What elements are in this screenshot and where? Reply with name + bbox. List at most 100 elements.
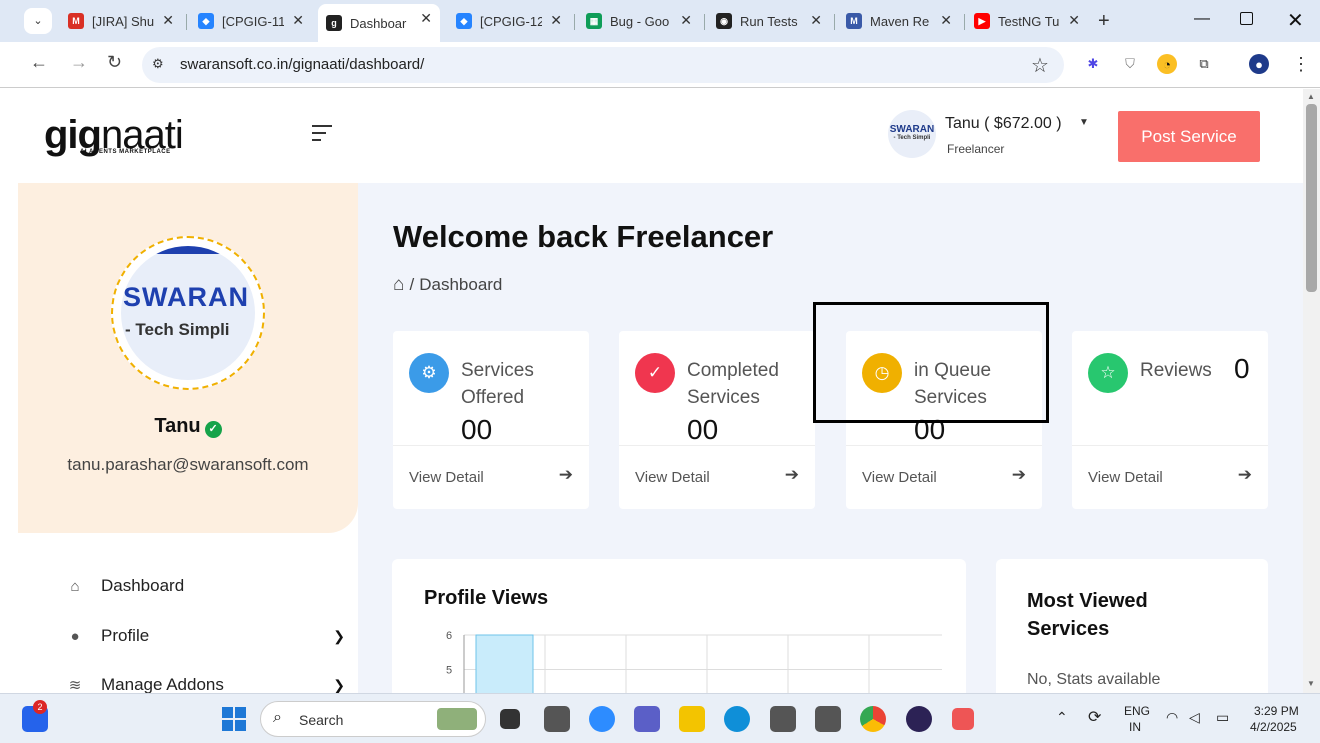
tab-1[interactable]: M [JIRA] Shu ✕ xyxy=(60,6,182,36)
app-icon[interactable] xyxy=(815,706,841,732)
app-icon[interactable] xyxy=(770,706,796,732)
home-icon: ⌂ xyxy=(70,577,80,595)
volume-icon[interactable]: ◁ xyxy=(1189,709,1200,726)
user-dropdown-caret-icon[interactable]: ▼ xyxy=(1079,117,1089,128)
language-indicator[interactable]: ENG xyxy=(1124,704,1150,718)
new-tab-button[interactable]: + xyxy=(1098,10,1110,33)
tab-title: [JIRA] Shu xyxy=(92,13,154,29)
tab-title: TestNG Tu xyxy=(998,13,1060,29)
back-arrow-icon[interactable]: ← xyxy=(30,52,48,73)
bar-0[interactable] xyxy=(475,634,534,693)
forward-arrow-icon[interactable]: → xyxy=(70,52,88,73)
arrow-right-icon[interactable]: ➔ xyxy=(559,465,573,485)
close-icon[interactable]: ✕ xyxy=(292,12,304,29)
view-detail-link[interactable]: View Detail xyxy=(1088,469,1163,486)
close-icon[interactable]: ✕ xyxy=(1068,12,1080,29)
header-user-avatar[interactable]: SWARAN - Tech Simpli xyxy=(888,110,936,158)
extension-shield-icon[interactable]: ⛉ xyxy=(1120,54,1140,74)
scroll-up-arrow-icon[interactable]: ▲ xyxy=(1307,92,1315,101)
home-icon[interactable]: ⌂ xyxy=(393,274,404,296)
extension-snowflake-icon[interactable]: ✱ xyxy=(1083,54,1103,74)
task-view-icon[interactable] xyxy=(500,709,520,729)
close-icon[interactable]: ✕ xyxy=(550,12,562,29)
browser-menu-icon[interactable]: ⋮ xyxy=(1292,54,1310,75)
tab-2[interactable]: ◆ [CPGIG-11 ✕ xyxy=(190,6,312,36)
arrow-right-icon[interactable]: ➔ xyxy=(1238,465,1252,485)
tab-search-dropdown[interactable]: ⌄ xyxy=(24,8,52,34)
sidebar-item-profile[interactable]: ● Profile ❯ xyxy=(65,626,345,646)
eclipse-icon[interactable] xyxy=(906,706,932,732)
close-icon[interactable]: ✕ xyxy=(162,12,174,29)
tab-3[interactable]: g Dashboar ✕ xyxy=(318,4,440,42)
close-window-button[interactable]: ✕ xyxy=(1287,8,1304,33)
hamburger-menu-icon[interactable] xyxy=(312,125,334,146)
stat-value: 00 xyxy=(461,414,493,445)
close-icon[interactable]: ✕ xyxy=(810,12,822,29)
sidebar: SWARAN - Tech Simpli Tanu ✓ tanu.parashar… xyxy=(18,183,358,693)
user-icon: ● xyxy=(70,627,80,645)
stat-label: Services Offered xyxy=(461,360,534,408)
view-detail-link[interactable]: View Detail xyxy=(409,469,484,486)
wifi-icon[interactable]: ◠ xyxy=(1166,709,1178,726)
app-icon[interactable] xyxy=(544,706,570,732)
tab-7[interactable]: M Maven Re ✕ xyxy=(838,6,960,36)
edge-icon[interactable] xyxy=(724,706,750,732)
arrow-right-icon[interactable]: ➔ xyxy=(1012,465,1026,485)
tab-6[interactable]: ◉ Run Tests ✕ xyxy=(708,6,830,36)
tab-4[interactable]: ◆ [CPGIG-12 ✕ xyxy=(448,6,570,36)
profile-avatar-icon[interactable]: ● xyxy=(1249,54,1269,74)
youtube-icon: ▶ xyxy=(974,13,990,29)
clock-time[interactable]: 3:29 PM xyxy=(1254,704,1299,718)
gmail-icon: M xyxy=(68,13,84,29)
arrow-right-icon[interactable]: ➔ xyxy=(785,465,799,485)
view-detail-link[interactable]: View Detail xyxy=(635,469,710,486)
annotation-highlight-box xyxy=(813,302,1049,423)
close-icon[interactable]: ✕ xyxy=(940,12,952,29)
extensions-puzzle-icon[interactable]: ⧉ xyxy=(1194,54,1214,74)
chevron-up-icon[interactable]: ⌃ xyxy=(1056,709,1068,726)
gignaati-icon: g xyxy=(326,15,342,31)
chevron-down-icon[interactable]: ❯ xyxy=(333,677,345,694)
file-explorer-icon[interactable] xyxy=(679,706,705,732)
sidebar-item-manage-addons[interactable]: ≋ Manage Addons ❯ xyxy=(65,675,345,693)
tab-5[interactable]: ▦ Bug - Goo ✕ xyxy=(578,6,700,36)
minimize-button[interactable]: — xyxy=(1194,10,1210,28)
teams-icon[interactable] xyxy=(634,706,660,732)
scroll-down-arrow-icon[interactable]: ▼ xyxy=(1307,679,1315,688)
jira-icon: ◆ xyxy=(198,13,214,29)
zoom-icon[interactable] xyxy=(589,706,615,732)
sheets-icon: ▦ xyxy=(586,13,602,29)
most-viewed-card: Most Viewed Services No, Stats available xyxy=(996,559,1268,693)
profile-email: tanu.parashar@swaransoft.com xyxy=(67,455,309,474)
reload-icon[interactable]: ↻ xyxy=(107,52,122,73)
maximize-button[interactable] xyxy=(1240,12,1253,25)
taskbar-search[interactable]: ⌕ Search xyxy=(260,701,486,737)
chrome-icon[interactable] xyxy=(860,706,886,732)
start-windows-icon[interactable] xyxy=(222,707,246,731)
chevron-down-icon[interactable]: ❯ xyxy=(333,628,345,645)
profile-views-card: Profile Views 56 xyxy=(392,559,966,693)
close-icon[interactable]: ✕ xyxy=(420,10,432,27)
header-user-name[interactable]: Tanu ( $672.00 ) xyxy=(945,115,1062,133)
layers-icon: ≋ xyxy=(68,677,82,693)
extension-gauge-icon[interactable]: ◔ xyxy=(1157,54,1177,74)
maven-icon: M xyxy=(846,13,862,29)
snipping-tool-icon[interactable] xyxy=(952,708,974,730)
post-service-button[interactable]: Post Service xyxy=(1118,111,1260,162)
y-tick-label: 6 xyxy=(446,630,452,642)
url-text[interactable]: swaransoft.co.in/gignaati/dashboard/ xyxy=(180,56,424,73)
site-settings-icon[interactable]: ⚙ xyxy=(152,56,164,72)
github-icon: ◉ xyxy=(716,13,732,29)
clock-date[interactable]: 4/2/2025 xyxy=(1250,720,1297,734)
view-detail-link[interactable]: View Detail xyxy=(862,469,937,486)
bookmark-star-icon[interactable]: ☆ xyxy=(1031,53,1049,78)
stat-card-completed-services: ✓ Completed Services 00 View Detail ➔ xyxy=(619,331,815,509)
sidebar-item-dashboard[interactable]: ⌂ Dashboard xyxy=(65,576,345,596)
stat-label: Completed Services xyxy=(687,360,779,408)
page-scroll-thumb[interactable] xyxy=(1306,104,1317,292)
tab-8[interactable]: ▶ TestNG Tu ✕ xyxy=(966,6,1088,36)
search-icon: ⌕ xyxy=(273,709,282,726)
close-icon[interactable]: ✕ xyxy=(680,12,692,29)
sync-icon[interactable]: ⟳ xyxy=(1088,707,1101,727)
battery-icon[interactable]: ▭ xyxy=(1216,709,1229,726)
